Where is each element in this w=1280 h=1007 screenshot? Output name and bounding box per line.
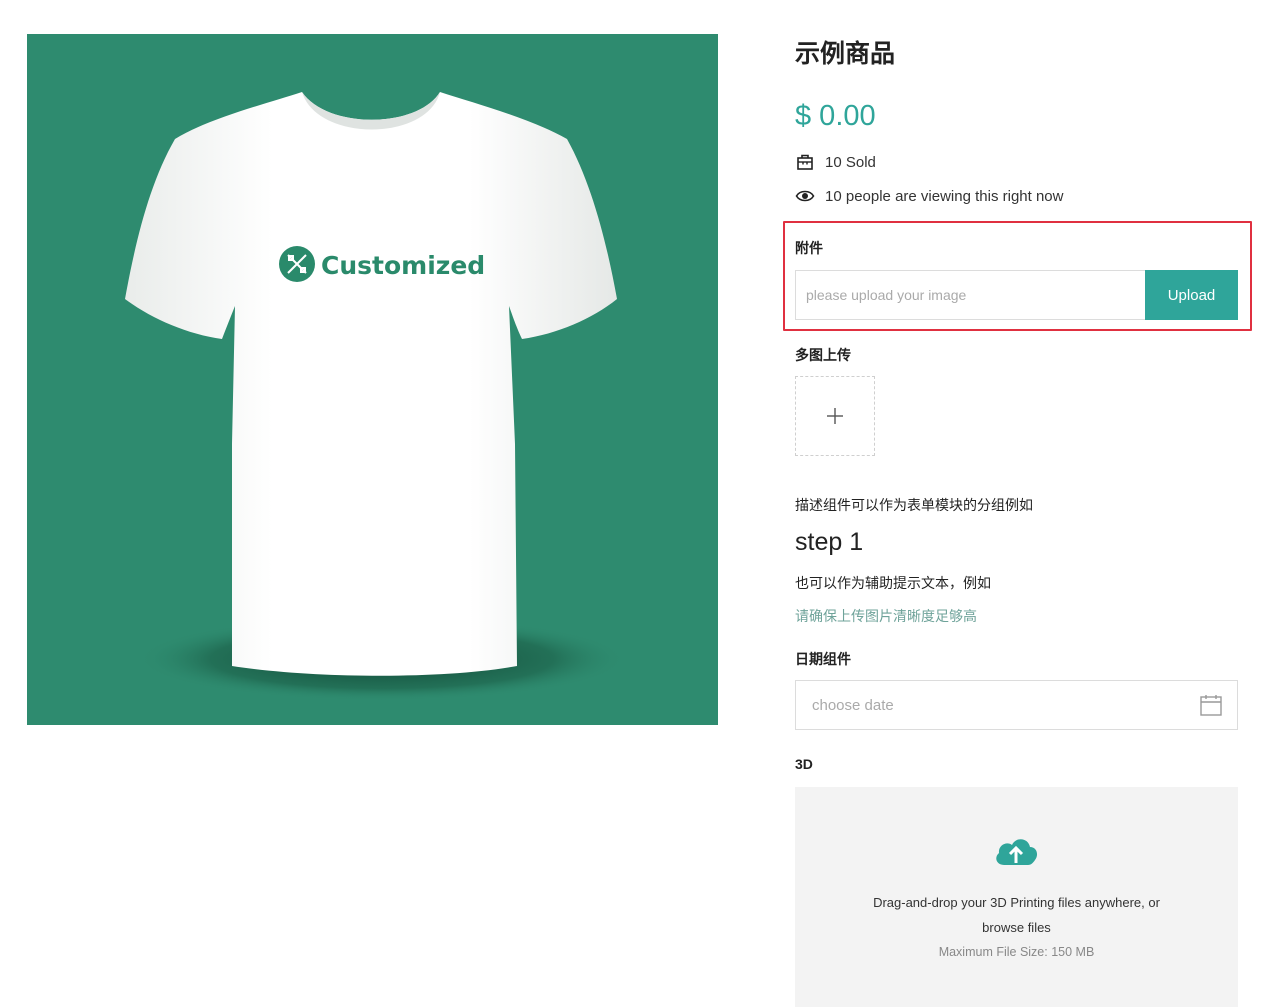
viewing-count: 10 people are viewing this right now <box>795 186 1063 206</box>
product-title: 示例商品 <box>795 39 896 68</box>
calendar-icon[interactable] <box>1199 693 1223 717</box>
description-text: 描述组件可以作为表单模块的分组例如 <box>795 498 1033 514</box>
step-heading: step 1 <box>795 528 864 556</box>
attachment-input[interactable] <box>795 270 1145 320</box>
product-image: Customized <box>27 34 718 725</box>
bag-icon <box>797 154 813 170</box>
eye-icon <box>795 190 815 202</box>
attachment-label: 附件 <box>795 241 823 257</box>
viewing-text: 10 people are viewing this right now <box>825 187 1064 205</box>
sold-text: 10 Sold <box>825 153 876 171</box>
multi-upload-add-button[interactable] <box>795 376 875 456</box>
date-input[interactable] <box>810 695 1199 715</box>
max-file-size: Maximum File Size: 150 MB <box>938 945 1095 959</box>
product-price: $ 0.00 <box>795 100 876 132</box>
upload-3d-label: 3D <box>795 756 813 772</box>
multi-upload-label: 多图上传 <box>795 348 851 364</box>
logo-text: Customized <box>321 251 485 280</box>
hint-text: 请确保上传图片清晰度足够高 <box>795 609 977 625</box>
upload-button[interactable]: Upload <box>1145 270 1238 320</box>
attachment-upload-group: Upload <box>795 270 1238 320</box>
aux-text: 也可以作为辅助提示文本，例如 <box>795 576 991 592</box>
date-picker[interactable] <box>795 680 1238 730</box>
cloud-upload-icon <box>996 839 1038 865</box>
upload-3d-dropzone[interactable]: Drag-and-drop your 3D Printing files any… <box>795 787 1238 1007</box>
date-label: 日期组件 <box>795 652 851 668</box>
drop-instruction: Drag-and-drop your 3D Printing files any… <box>873 895 1160 910</box>
browse-files-link[interactable]: browse files <box>795 920 1238 935</box>
plus-icon <box>827 408 843 424</box>
tshirt-shape <box>125 92 617 676</box>
tshirt-illustration: Customized <box>125 92 627 701</box>
sold-count: 10 Sold <box>795 152 876 172</box>
